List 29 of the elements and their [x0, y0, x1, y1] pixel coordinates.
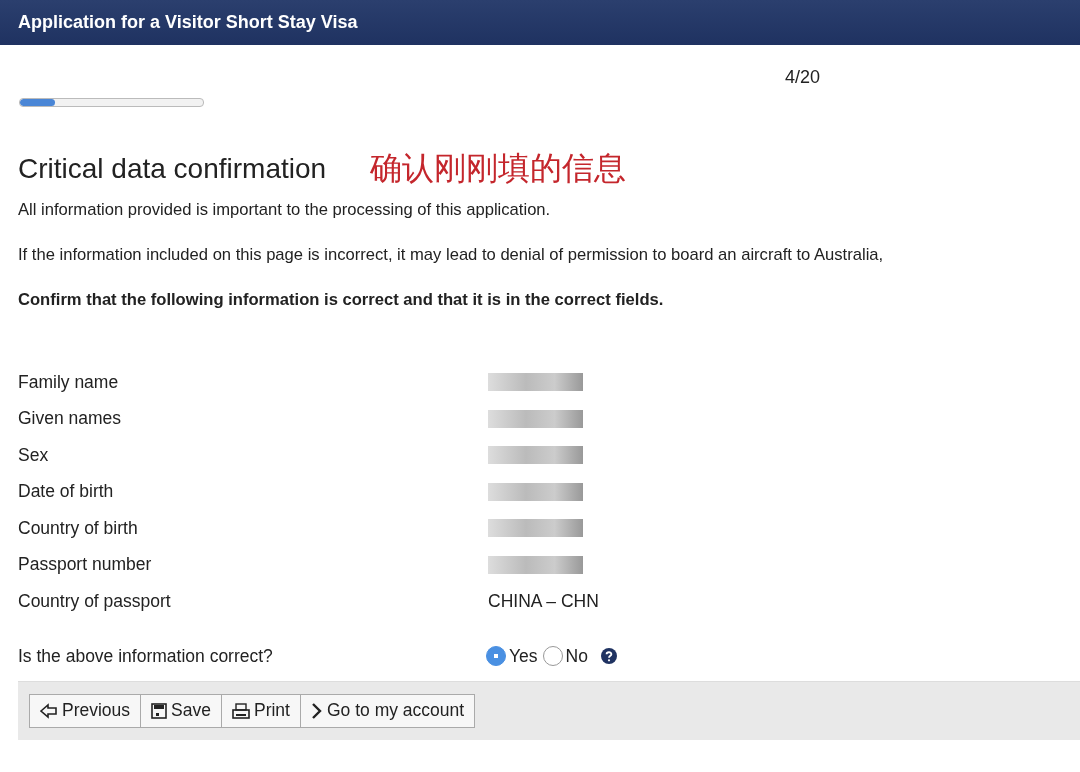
print-button[interactable]: Print: [221, 693, 301, 728]
field-label: Passport number: [18, 554, 152, 576]
step-counter: 4/20: [785, 67, 821, 88]
paragraph: Confirm that the following information is correct and that it is in the correct fields.: [18, 289, 665, 311]
save-button[interactable]: Save: [140, 693, 222, 728]
chevron-right-icon: [310, 701, 323, 720]
option-label: No: [565, 645, 588, 667]
paragraph: All information provided is important to the processing of this application.: [18, 199, 552, 221]
radio-button[interactable]: [486, 646, 506, 666]
printer-icon: [232, 702, 250, 719]
field-label: Sex: [18, 444, 49, 466]
arrow-left-icon: [40, 702, 58, 719]
window-title: Application for a Visitor Short Stay Visa: [18, 12, 358, 33]
paragraph: If the information included on this page is incorrect, it may lead to denial of permission to board an aircraft to Australia,: [18, 244, 885, 266]
question-label: Is the above information correct?: [18, 645, 274, 667]
radio-button[interactable]: [542, 646, 563, 666]
field-label: Given names: [18, 408, 122, 430]
field-label: Country of passport: [18, 590, 171, 612]
annotation-text: 确认刚刚填的信息: [370, 148, 627, 189]
field-value: CHINA – CHN: [488, 590, 599, 612]
field-label: Date of birth: [18, 481, 114, 503]
field-label: Family name: [18, 371, 119, 393]
account-button[interactable]: Go to my account: [299, 693, 476, 728]
option-label: Yes: [509, 645, 538, 667]
previous-button[interactable]: Previous: [29, 693, 142, 728]
help-icon[interactable]: [600, 648, 617, 664]
field-label: Country of birth: [18, 517, 138, 539]
save-icon: [151, 702, 168, 719]
page-heading: Critical data confirmation: [18, 153, 327, 185]
